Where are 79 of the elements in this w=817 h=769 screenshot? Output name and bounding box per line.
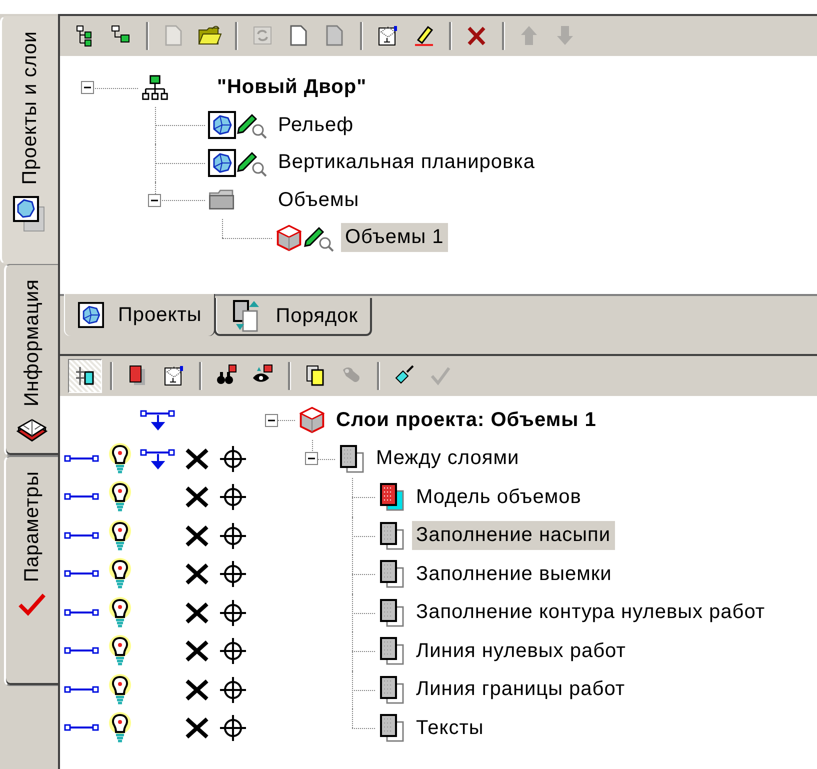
layer-tree-item[interactable]: Модель объемов [412,482,586,512]
crosshair-icon[interactable] [219,714,247,742]
side-tab[interactable]: Проекты и слои [0,16,58,264]
panel-tab[interactable]: Порядок [214,298,372,336]
crosshair-icon[interactable] [219,637,247,666]
splitter[interactable] [60,342,817,356]
side-tab-label: Информация [20,279,44,406]
crosshair-icon[interactable] [219,522,247,550]
tree-line [155,144,208,182]
link-icon[interactable] [64,606,100,619]
tree-line [352,555,378,594]
layer-icon [378,598,406,628]
check-icon [17,592,47,616]
check-icon [429,364,453,388]
expand-toggle[interactable] [81,81,94,94]
link-icon[interactable] [64,684,100,696]
cube-icon [298,405,326,436]
x-mark-icon[interactable] [184,678,210,702]
crosshair-icon[interactable] [219,598,247,627]
x-mark-icon[interactable] [184,524,210,548]
tree-line [352,594,378,632]
layer-tree-button[interactable] [68,359,102,393]
project-tree-item[interactable]: Объемы [274,186,364,215]
layer-icon [378,713,406,744]
project-tree-item[interactable]: "Новый Двор" [213,73,371,102]
project-tree-item[interactable]: Объемы 1 [341,223,448,252]
side-tab[interactable]: Параметры [4,456,58,686]
surface-icon [208,111,236,140]
layer-tree-item[interactable]: Заполнение контура нулевых работ [412,598,770,628]
expand-toggle[interactable] [265,414,278,427]
link-icon[interactable] [64,452,100,465]
crosshair-icon[interactable] [219,444,247,473]
project-tree-item[interactable]: Рельеф [274,110,358,140]
link-icon[interactable] [64,530,100,542]
layer-tree-item[interactable]: Между слоями [372,444,524,474]
network-icon [141,74,169,102]
properties-icon [376,24,400,48]
x-mark-icon[interactable] [184,485,210,510]
layer-tree-item[interactable]: Линия границы работ [412,675,630,704]
layer-icon [378,520,406,551]
crosshair-icon[interactable] [219,483,247,512]
x-mark-icon[interactable] [184,562,210,586]
x-mark-icon[interactable] [184,716,210,740]
surface-icon [78,302,104,328]
layer-tree-item[interactable]: Линия нулевых работ [412,636,630,666]
expand-toggle[interactable] [305,452,318,466]
layer-tree-item[interactable]: Заполнение выемки [412,560,616,589]
panel-tab[interactable]: Проекты [64,294,214,336]
expand-toggle[interactable] [148,194,161,207]
layer-icon [378,674,406,705]
layer-tree-item[interactable]: Тексты [412,714,488,743]
pencil-magnifier-icon [236,111,268,140]
tree-line [352,516,378,555]
layer-tree-item[interactable]: Заполнение насыпи [412,521,614,550]
properties-icon [162,364,186,388]
layer-tree-icon [73,364,97,388]
tree-line [352,670,378,709]
x-mark-icon[interactable] [184,639,210,664]
layer-icon [378,636,406,666]
crosshair-icon[interactable] [219,560,247,588]
tree-line [352,478,378,516]
crosshair-icon[interactable] [219,676,247,704]
side-tab-label: Параметры [20,471,44,582]
x-mark-icon[interactable] [184,446,210,471]
tree-line [352,632,378,670]
link-arrow-icon[interactable] [140,408,176,432]
surface-icon [208,148,236,177]
link-arrow-icon[interactable] [140,446,176,471]
x-mark-icon[interactable] [184,600,210,625]
layer-icon [338,444,366,474]
layer-tree-item[interactable]: Слои проекта: Объемы 1 [332,406,600,435]
cube-icon [275,222,303,253]
side-tab-label: Проекты и слои [18,31,42,185]
side-tab[interactable]: Информация [4,264,58,456]
tree-line [155,106,208,144]
layer-icon [378,559,406,590]
model-layer-icon [378,482,406,512]
highlighter-icon [412,24,436,48]
project-tree-item[interactable]: Вертикальная планировка [274,148,539,178]
